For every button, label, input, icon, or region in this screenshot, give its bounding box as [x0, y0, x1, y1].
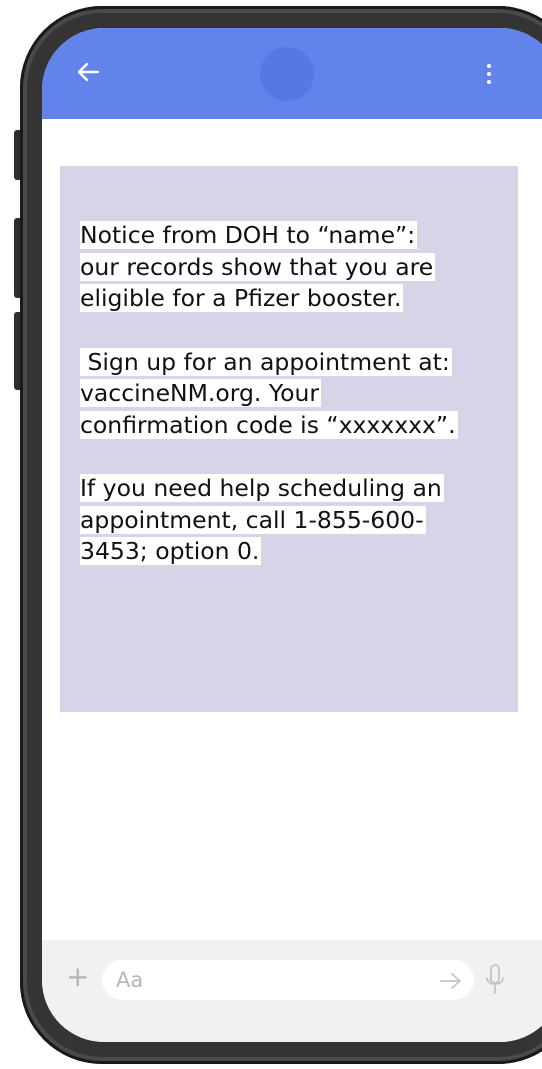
plus-icon[interactable]: + — [66, 960, 89, 993]
message-line: Notice from DOH to “name”: — [80, 221, 418, 249]
microphone-icon[interactable] — [484, 962, 506, 998]
message-line: our records show that you are — [80, 252, 436, 281]
message-paragraph-2: Sign up for an appointment at: vaccineNM… — [80, 347, 500, 442]
message-line: 3453; option 0. — [80, 537, 262, 565]
message-line: eligible for a Pfizer booster. — [80, 284, 404, 312]
message-line: If you need help scheduling an — [80, 474, 444, 502]
message-bubble: Notice from DOH to “name”: our records s… — [60, 166, 518, 712]
stage: Notice from DOH to “name”: our records s… — [0, 0, 542, 1069]
more-vertical-icon[interactable] — [482, 62, 496, 86]
message-line: appointment, call 1-855-600- — [80, 505, 426, 534]
arrow-right-icon[interactable] — [438, 970, 464, 992]
message-input-placeholder: Aa — [116, 968, 144, 992]
app-bar — [42, 28, 542, 119]
message-line: confirmation code is “xxxxxxx”. — [80, 410, 458, 439]
message-paragraph-3: If you need help scheduling an appointme… — [80, 473, 500, 568]
arrow-left-icon[interactable] — [72, 56, 104, 88]
message-input[interactable] — [102, 960, 474, 1000]
phone-screen: Notice from DOH to “name”: our records s… — [42, 28, 542, 1042]
message-line: vaccineNM.org. Your — [80, 379, 322, 407]
message-line: Sign up for an appointment at: — [80, 347, 452, 376]
message-text: Notice from DOH to “name”: our records s… — [80, 220, 500, 600]
composer-bar: + Aa — [42, 940, 542, 1042]
message-paragraph-1: Notice from DOH to “name”: our records s… — [80, 220, 500, 315]
avatar[interactable] — [260, 47, 314, 101]
